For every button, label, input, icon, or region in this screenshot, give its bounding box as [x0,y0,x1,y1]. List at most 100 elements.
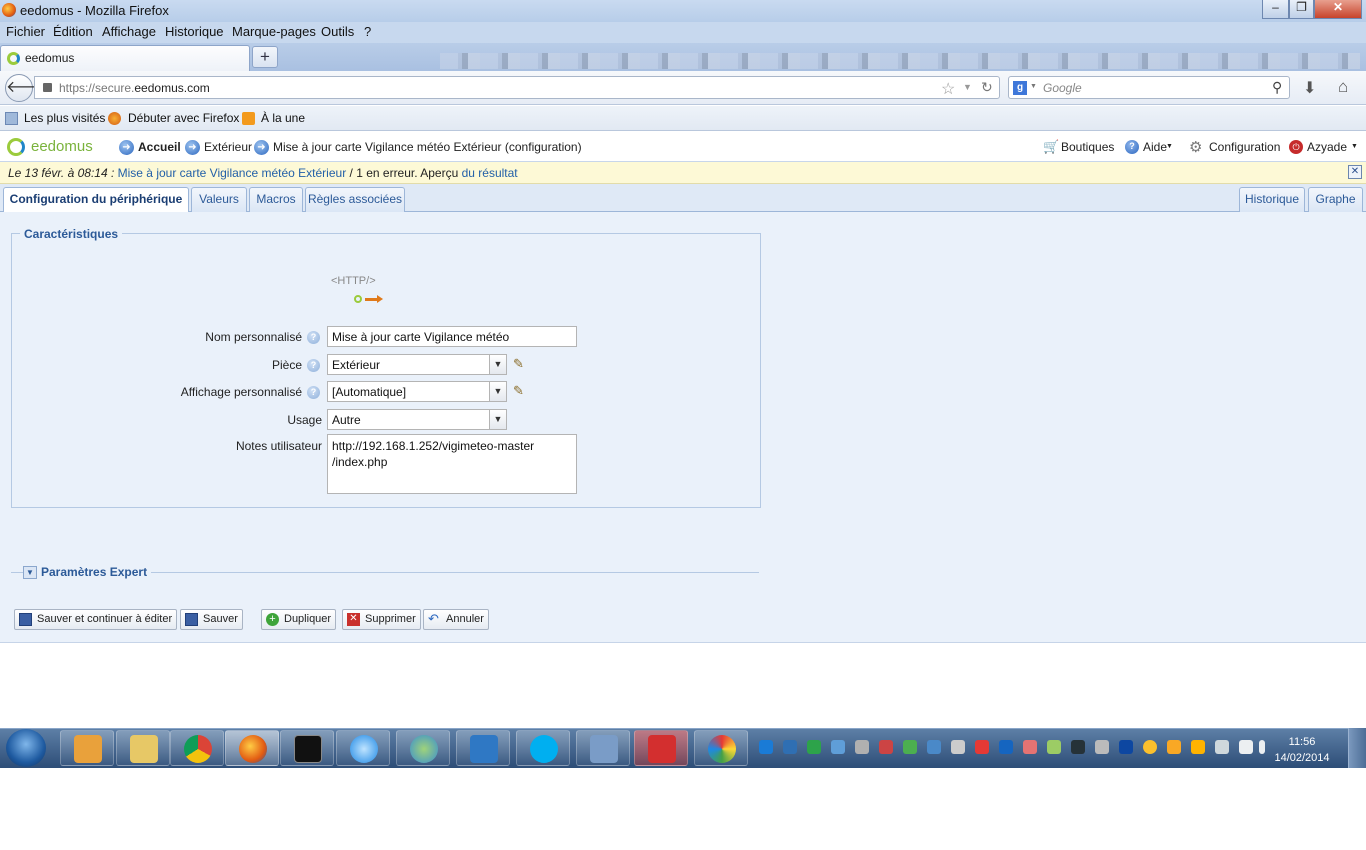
breadcrumb-home[interactable]: Accueil [138,140,181,154]
search-icon[interactable]: ⚲ [1272,79,1282,96]
expand-chevron-icon[interactable]: ▼ [23,566,37,579]
google-engine-icon[interactable]: g [1013,81,1027,95]
back-button[interactable]: 🡐 [5,74,49,102]
tray-icon[interactable] [927,740,941,754]
alert-close-icon[interactable]: ✕ [1348,165,1362,179]
usage-select[interactable]: Autre ▼ [327,409,507,430]
save-button[interactable]: Sauver [180,609,243,630]
power-icon[interactable] [1239,740,1253,754]
menu-user[interactable]: Azyade [1307,140,1347,154]
bluetooth-icon[interactable] [1119,740,1133,754]
system-clock[interactable]: 11:56 14/02/2014 [1262,734,1342,766]
alert-result-link[interactable]: du résultat [462,166,518,180]
menu-help[interactable]: ? [364,24,371,39]
new-tab-button[interactable]: + [252,46,278,68]
taskbar-messenger[interactable] [396,730,450,766]
tray-icon[interactable] [831,740,845,754]
search-bar[interactable]: g ▼ Google ⚲ [1008,76,1290,99]
url-bar[interactable]: https://secure.eedomus.com ☆ ▼ ↻ [34,76,1000,99]
eedomus-logo-icon [7,138,25,156]
tray-icon[interactable] [759,740,773,754]
tray-icon[interactable] [1191,740,1205,754]
bookmark-a-la-une[interactable]: À la une [261,111,305,125]
tray-icon[interactable] [1071,740,1085,754]
breadcrumb-room[interactable]: Extérieur [204,140,252,154]
url-history-dropdown-icon[interactable]: ▼ [963,82,972,92]
cancel-button[interactable]: ↶ Annuler [423,609,489,630]
taskbar-skype[interactable] [516,730,570,766]
menu-outils[interactable]: Outils [321,24,354,39]
taskbar-ie[interactable] [336,730,390,766]
engine-dropdown-icon[interactable]: ▼ [1030,83,1037,90]
menu-marque-pages[interactable]: Marque-pages [232,24,316,39]
taskbar-outlook[interactable] [60,730,114,766]
menu-shops[interactable]: Boutiques [1061,140,1114,154]
maximize-button[interactable]: ❐ [1289,0,1314,19]
start-button[interactable] [6,729,46,767]
menu-edition[interactable]: Édition [53,24,93,39]
taskbar-chrome[interactable] [170,730,224,766]
tray-icon[interactable] [783,740,797,754]
taskbar-firefox[interactable] [225,730,279,766]
tray-icon[interactable] [1023,740,1037,754]
browser-tab-eedomus[interactable]: eedomus [0,45,250,71]
edit-room-pencil-icon[interactable]: ✎ [513,356,527,371]
name-input[interactable]: Mise à jour carte Vigilance météo [327,326,577,347]
tray-icon[interactable] [999,740,1013,754]
edit-display-pencil-icon[interactable]: ✎ [513,383,527,398]
menu-help[interactable]: Aide [1143,140,1167,154]
tray-icon[interactable] [879,740,893,754]
menu-configuration[interactable]: Configuration [1209,140,1280,154]
alert-device-link[interactable]: Mise à jour carte Vigilance météo Extéri… [118,166,347,180]
duplicate-button[interactable]: + Dupliquer [261,609,337,630]
menu-historique[interactable]: Historique [165,24,224,39]
room-help-icon[interactable]: ? [307,359,320,372]
tray-icon[interactable] [903,740,917,754]
system-tray [755,738,1265,758]
taskbar-explorer[interactable] [116,730,170,766]
notes-textarea[interactable]: http://192.168.1.252/vigimeteo-master /i… [327,434,577,494]
tab-values[interactable]: Valeurs [191,187,247,212]
tray-icon[interactable] [951,740,965,754]
tray-icon[interactable] [807,740,821,754]
save-continue-button[interactable]: Sauver et continuer à éditer [14,609,178,630]
taskbar-network[interactable] [576,730,630,766]
tab-configuration[interactable]: Configuration du périphérique [3,187,189,213]
tray-icon[interactable] [1095,740,1109,754]
power-user-icon: ⏻ [1289,140,1303,154]
room-select[interactable]: Extérieur ▼ [327,354,507,375]
taskbar-lync[interactable] [456,730,510,766]
expert-toggle[interactable]: Paramètres Expert [37,565,152,579]
tray-icon[interactable] [1047,740,1061,754]
display-select[interactable]: [Automatique] ▼ [327,381,507,402]
display-help-icon[interactable]: ? [307,386,320,399]
tray-icon[interactable] [975,740,989,754]
delete-x-icon: ✕ [347,613,360,626]
tab-history[interactable]: Historique [1239,187,1305,212]
menu-affichage[interactable]: Affichage [102,24,156,39]
signal-icon[interactable] [1215,740,1229,754]
tab-graph[interactable]: Graphe [1308,187,1363,212]
reload-icon[interactable]: ↻ [981,79,993,96]
taskbar-paint[interactable] [694,730,748,766]
menu-fichier[interactable]: Fichier [6,24,45,39]
tab-rules[interactable]: Règles associées [305,187,405,212]
bookmark-getting-started[interactable]: Débuter avec Firefox [128,111,239,125]
close-window-button[interactable]: ✕ [1314,0,1362,19]
bookmark-most-visited[interactable]: Les plus visités [24,111,105,125]
eedomus-logo[interactable]: eedomus [31,138,93,155]
taskbar-cmd[interactable] [280,730,334,766]
name-help-icon[interactable]: ? [307,331,320,344]
taskbar-pdf[interactable] [634,730,688,766]
home-icon[interactable]: ⌂ [1338,77,1348,97]
show-desktop-button[interactable] [1348,728,1366,768]
tray-icon[interactable] [1167,740,1181,754]
bookmark-star-icon[interactable]: ☆ [941,79,955,99]
tray-icon[interactable] [855,740,869,754]
tray-icon[interactable] [1143,740,1157,754]
minimize-button[interactable]: – [1262,0,1289,19]
firefox-bookmark-icon [108,112,121,125]
downloads-icon[interactable]: ⬇ [1303,78,1316,98]
tab-macros[interactable]: Macros [249,187,303,212]
delete-button[interactable]: ✕ Supprimer [342,609,421,630]
